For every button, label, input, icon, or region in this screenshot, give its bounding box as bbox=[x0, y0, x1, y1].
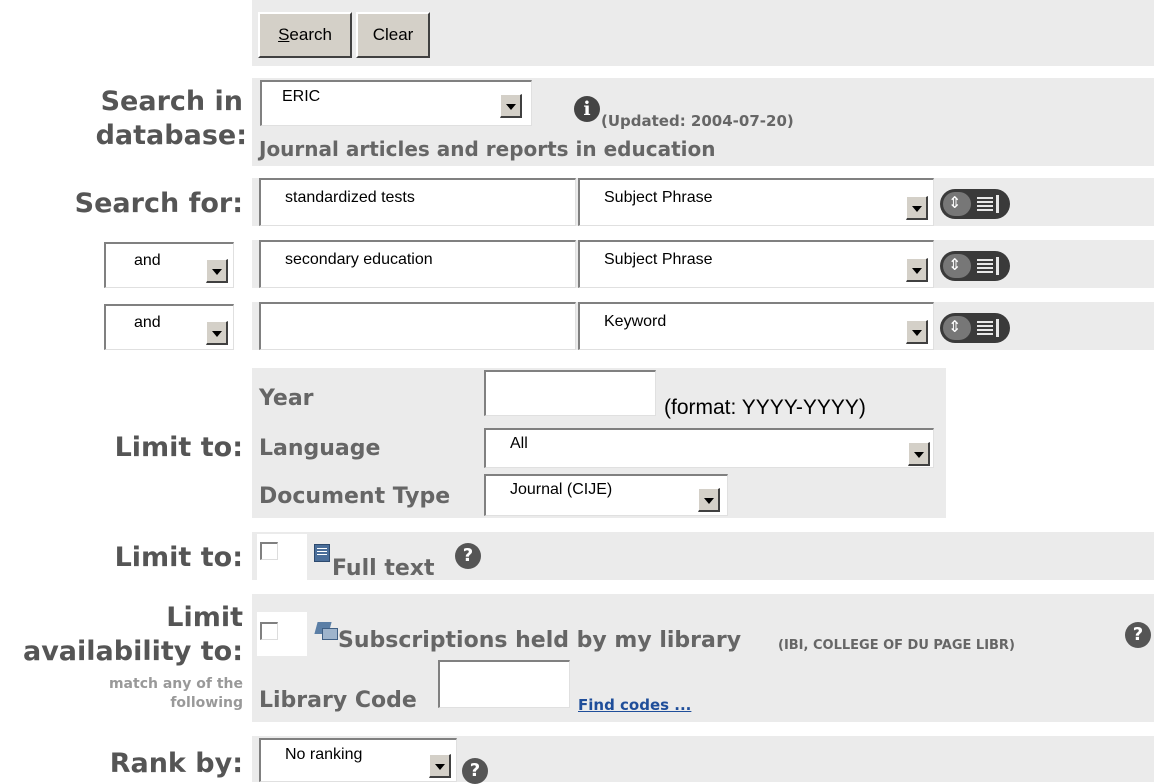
availability-label-line1: Limit bbox=[166, 602, 243, 633]
rank-select[interactable]: No ranking bbox=[259, 738, 457, 782]
field-select-3[interactable]: Keyword bbox=[578, 302, 934, 350]
database-select[interactable]: ERIC bbox=[260, 80, 532, 126]
doctype-select[interactable]: Journal (CIJE) bbox=[484, 474, 728, 516]
rank-select-value: No ranking bbox=[285, 746, 363, 763]
database-label-line1: Search in bbox=[100, 86, 243, 117]
limits-label: Limit to: bbox=[114, 432, 243, 463]
field-select-1[interactable]: Subject Phrase bbox=[578, 178, 934, 226]
chevron-down-icon[interactable] bbox=[906, 320, 928, 344]
document-icon bbox=[314, 544, 330, 562]
info-icon[interactable]: i bbox=[574, 96, 600, 122]
field-select-2[interactable]: Subject Phrase bbox=[578, 240, 934, 288]
help-icon[interactable]: ? bbox=[1125, 622, 1151, 648]
help-icon[interactable]: ? bbox=[462, 758, 488, 784]
fulltext-text: Full text bbox=[332, 556, 435, 581]
fulltext-checkbox[interactable] bbox=[260, 542, 278, 560]
chevron-down-icon[interactable] bbox=[500, 94, 522, 118]
language-select-value: All bbox=[510, 435, 528, 452]
doctype-label: Document Type bbox=[259, 484, 451, 509]
year-input[interactable] bbox=[484, 370, 656, 416]
database-select-value: ERIC bbox=[282, 88, 321, 105]
availability-sub-line1: match any of the bbox=[108, 676, 243, 692]
availability-sub-line2: following bbox=[170, 695, 243, 711]
chevron-down-icon[interactable] bbox=[429, 754, 451, 778]
operator-select-3[interactable]: and bbox=[104, 304, 234, 350]
year-label: Year bbox=[259, 386, 314, 411]
browse-index-icon[interactable]: ⇕ bbox=[940, 189, 1010, 219]
browse-index-icon[interactable]: ⇕ bbox=[940, 251, 1010, 281]
search-term-1[interactable]: standardized tests bbox=[259, 178, 576, 226]
fulltext-limit-label: Limit to: bbox=[114, 542, 243, 573]
search-term-1-value: standardized tests bbox=[285, 189, 415, 206]
language-label: Language bbox=[259, 436, 381, 461]
search-term-2-value: secondary education bbox=[285, 251, 433, 268]
operator-select-3-value: and bbox=[134, 314, 161, 331]
language-select[interactable]: All bbox=[484, 428, 934, 468]
search-for-label: Search for: bbox=[74, 188, 243, 219]
field-select-1-value: Subject Phrase bbox=[604, 189, 713, 206]
field-select-3-value: Keyword bbox=[604, 313, 667, 330]
help-icon[interactable]: ? bbox=[455, 543, 481, 569]
library-icon bbox=[314, 620, 338, 640]
clear-button[interactable]: Clear bbox=[356, 12, 430, 58]
operator-select-2-value: and bbox=[134, 252, 161, 269]
database-label-line2: database: bbox=[95, 120, 247, 151]
chevron-down-icon[interactable] bbox=[206, 259, 228, 283]
doctype-select-value: Journal (CIJE) bbox=[510, 481, 613, 498]
library-code-input[interactable] bbox=[438, 660, 570, 708]
chevron-down-icon[interactable] bbox=[206, 321, 228, 345]
availability-label-line2: availability to: bbox=[22, 636, 243, 667]
library-name: (IBI, COLLEGE OF DU PAGE LIBR) bbox=[778, 638, 1015, 653]
operator-select-2[interactable]: and bbox=[104, 242, 234, 288]
chevron-down-icon[interactable] bbox=[906, 258, 928, 282]
chevron-down-icon[interactable] bbox=[908, 442, 930, 466]
subscriptions-checkbox[interactable] bbox=[260, 622, 278, 640]
subscriptions-text: Subscriptions held by my library bbox=[338, 628, 742, 653]
year-format-hint: (format: YYYY-YYYY) bbox=[664, 396, 866, 419]
library-code-label: Library Code bbox=[259, 688, 417, 713]
rank-label: Rank by: bbox=[109, 748, 243, 779]
chevron-down-icon[interactable] bbox=[906, 196, 928, 220]
field-select-2-value: Subject Phrase bbox=[604, 251, 713, 268]
chevron-down-icon[interactable] bbox=[698, 488, 720, 512]
database-description: Journal articles and reports in educatio… bbox=[259, 137, 716, 161]
browse-index-icon[interactable]: ⇕ bbox=[940, 313, 1010, 343]
search-term-2[interactable]: secondary education bbox=[259, 240, 576, 288]
search-term-3[interactable] bbox=[259, 302, 576, 350]
database-updated: (Updated: 2004-07-20) bbox=[601, 112, 794, 130]
find-codes-link[interactable]: Find codes ... bbox=[578, 696, 691, 714]
limits-right-gap bbox=[946, 368, 1154, 518]
search-button[interactable]: Search bbox=[258, 12, 352, 58]
